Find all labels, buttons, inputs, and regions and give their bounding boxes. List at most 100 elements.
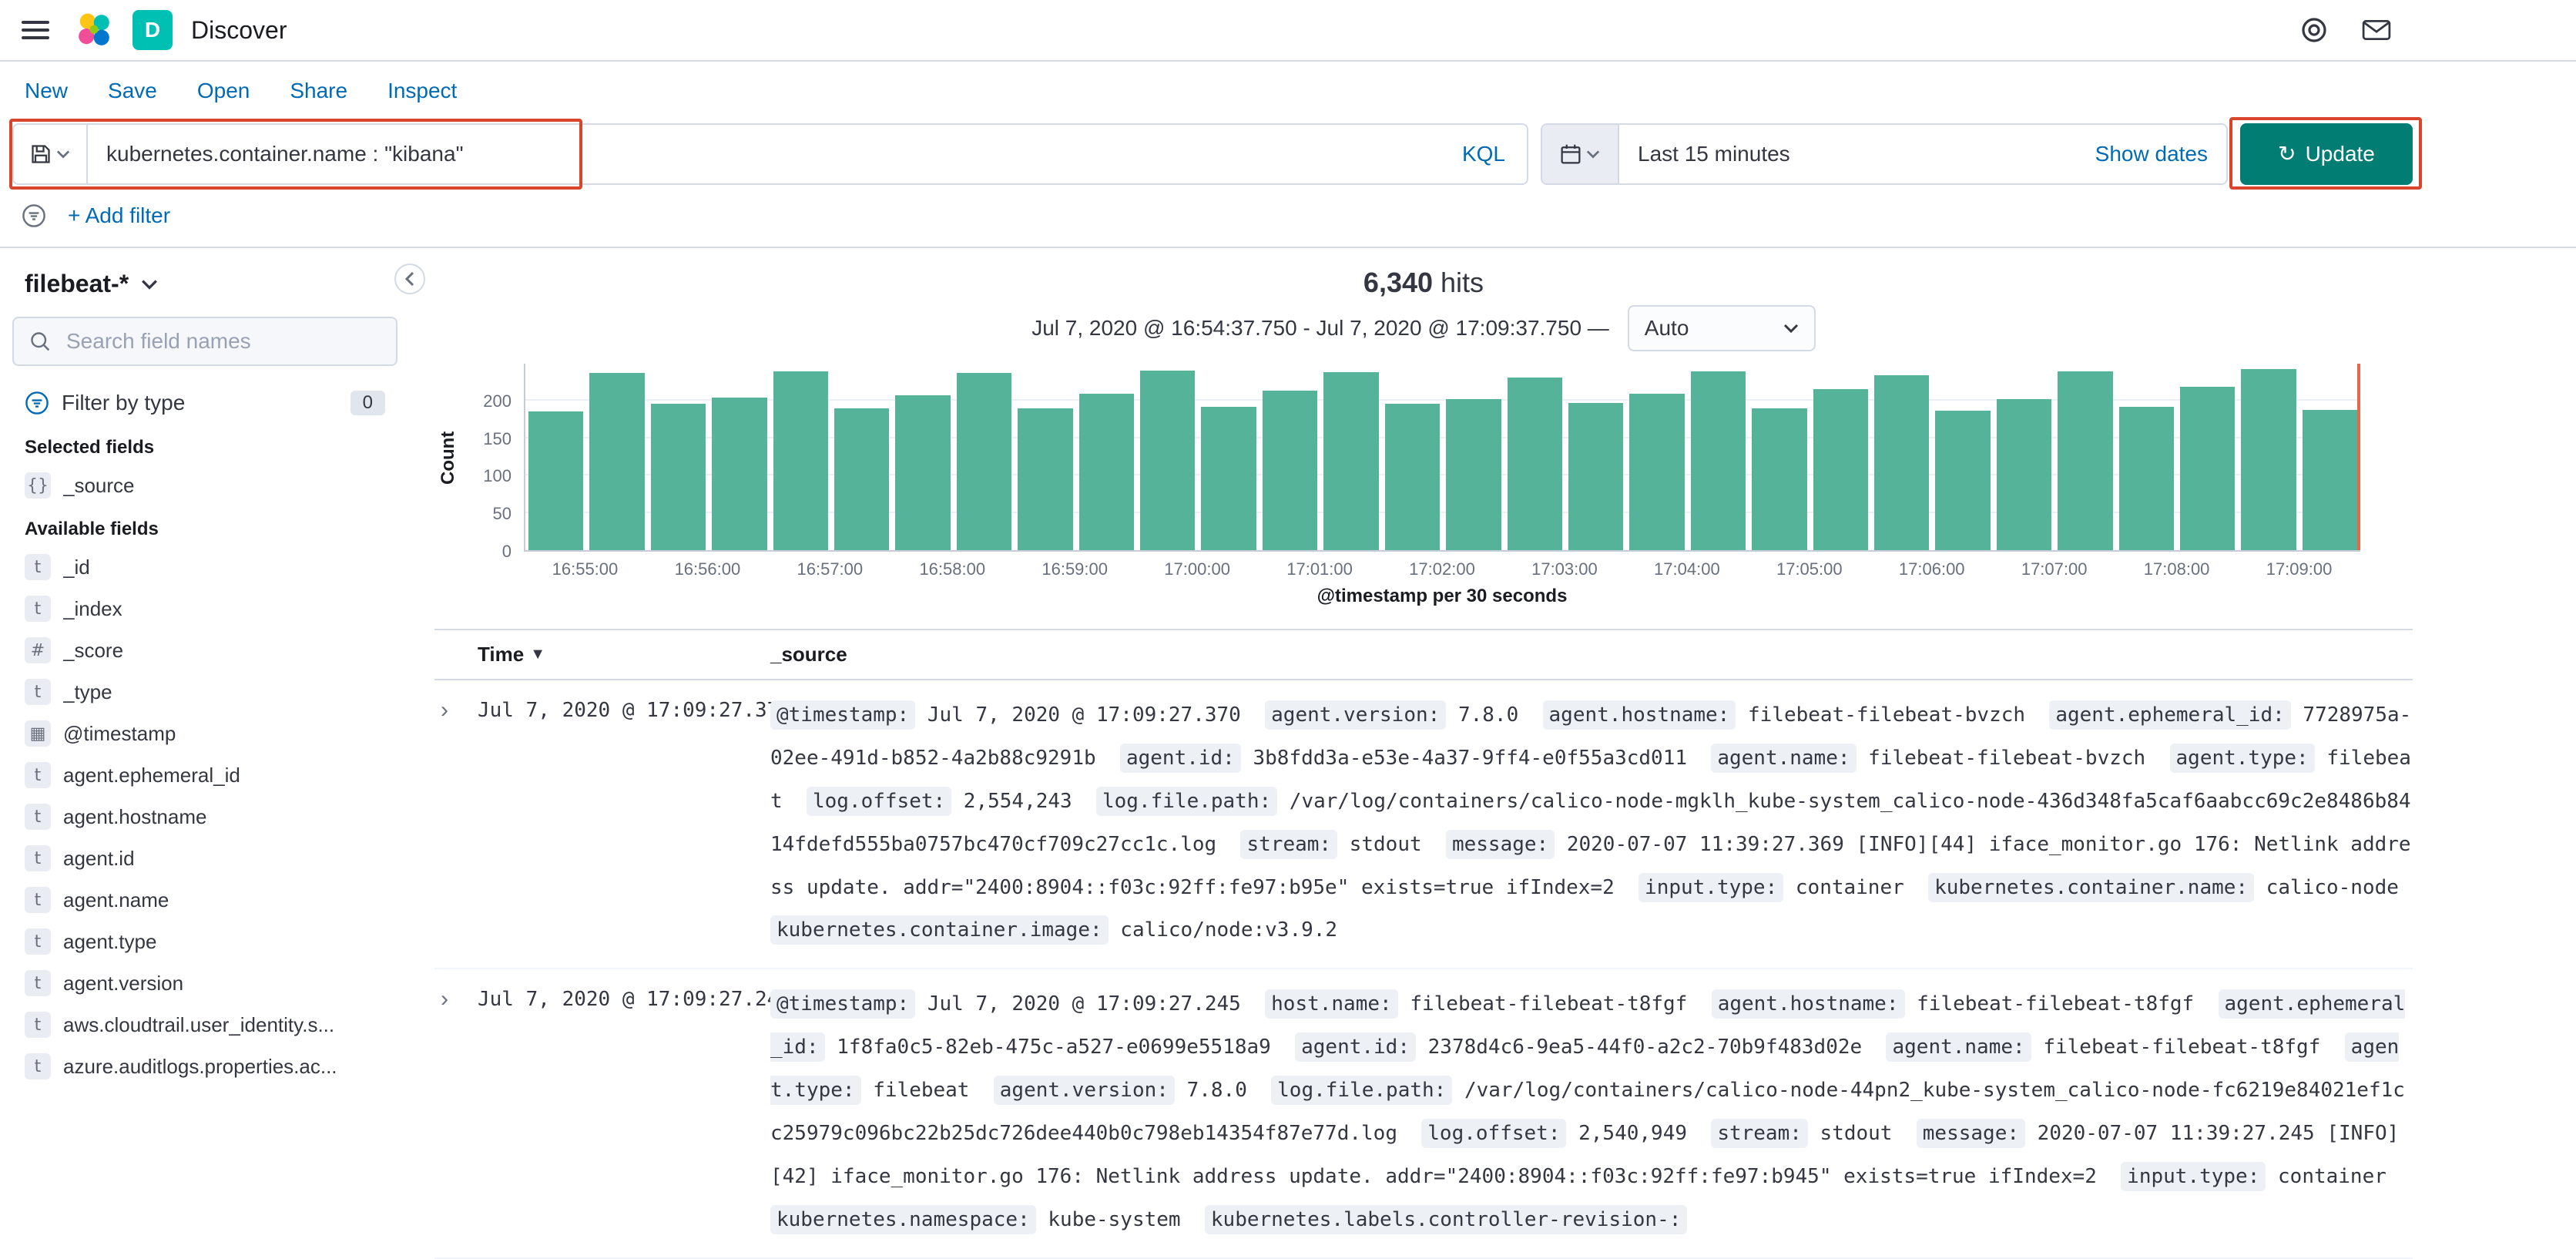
help-button[interactable] [2294,10,2334,50]
field-item[interactable]: t _type [12,671,397,713]
histogram-bar[interactable] [1568,403,1624,550]
field-key-badge: agent.ephemeral_id: [770,989,2406,1063]
histogram-bar[interactable] [1935,410,1991,550]
histogram-bar[interactable] [1446,398,1501,550]
histogram-bar[interactable] [1018,408,1073,550]
documents-table: Time ▼ _source › Jul 7, 2020 @ 17:09:27.3… [434,629,2413,1259]
histogram-bar[interactable] [1752,408,1807,550]
y-tick-label: 0 [501,542,512,561]
field-item[interactable]: {} _source [12,465,397,506]
field-item[interactable]: t _id [12,546,397,588]
y-tick-label: 50 [492,504,512,524]
field-item[interactable]: t agent.hostname [12,796,397,838]
histogram-bar[interactable] [1873,374,1930,550]
x-axis: 16:55:00 16:56:00 16:57:00 16:58:00 16:59:00… [434,552,2360,579]
histogram-bar[interactable] [895,394,951,550]
histogram-bar[interactable] [1384,404,1441,550]
histogram-bar[interactable] [1996,398,2052,550]
field-type-icon: # [25,637,51,663]
histogram-bar[interactable] [1323,371,1379,550]
histogram-bar[interactable] [1813,388,1868,550]
nav-link-open[interactable]: Open [197,79,250,103]
field-item[interactable]: t agent.id [12,838,397,879]
field-item[interactable]: ▦ @timestamp [12,713,397,754]
chevron-down-icon [1586,150,1600,159]
field-key-badge: @timestamp: [770,700,916,730]
interval-select[interactable]: Auto [1627,305,1816,351]
histogram-bar[interactable] [1078,393,1135,550]
histogram-bar[interactable] [1262,390,1318,550]
elastic-logo[interactable] [74,10,114,50]
hamburger-icon [22,21,49,39]
histogram-bar[interactable] [1201,407,1256,550]
histogram-bar[interactable] [1629,393,1685,550]
filter-menu-button[interactable] [15,197,52,234]
hits-count: 6,340 [1363,267,1434,298]
nav-link-share[interactable]: Share [290,79,347,103]
selected-fields-list: {} _source [12,465,397,506]
filter-circle-icon [25,391,49,415]
field-key-badge: log.offset: [1421,1119,1567,1149]
histogram-bar[interactable] [2179,387,2236,550]
histogram-bar[interactable] [773,371,829,550]
query-bar: KQL Last 15 minutes Show dates ↻ Update [0,120,2576,194]
newsfeed-button[interactable] [2356,12,2397,48]
histogram-bar[interactable] [2241,368,2296,550]
field-item[interactable]: t agent.ephemeral_id [12,754,397,796]
field-name: _source [63,473,135,497]
document-source: @timestamp: Jul 7, 2020 @ 17:09:27.370 a… [770,694,2413,952]
nav-link-inspect[interactable]: Inspect [387,79,457,103]
main-panel: 6,340 hits Jul 7, 2020 @ 16:54:37.750 - … [410,248,2576,1259]
field-search-input[interactable] [63,327,381,355]
histogram-bar[interactable] [528,411,584,550]
x-axis-labels: 16:55:00 16:56:00 16:57:00 16:58:00 16:59:00… [524,552,2360,579]
histogram-bar[interactable] [1690,371,1746,550]
saved-query-button[interactable] [14,125,88,183]
histogram-bar[interactable] [2058,371,2113,550]
field-item[interactable]: t agent.version [12,962,397,1004]
field-name: agent.name [63,888,169,912]
sort-descending-icon[interactable]: ▼ [530,646,545,663]
nav-link-new[interactable]: New [25,79,68,103]
show-dates-link[interactable]: Show dates [2077,142,2226,166]
index-pattern-selector[interactable]: filebeat-* [12,260,397,307]
hits-label: hits [1441,267,1484,298]
query-input[interactable] [88,125,1441,183]
document-source: @timestamp: Jul 7, 2020 @ 17:09:27.245 h… [770,983,2413,1241]
field-type-icon: t [25,845,51,871]
field-type-icon: ▦ [25,720,51,747]
field-item[interactable]: t _index [12,588,397,630]
update-button[interactable]: ↻ Update [2240,123,2413,185]
histogram-bar[interactable] [712,397,767,550]
field-key-badge: agent.hostname: [1542,700,1736,730]
histogram-bar[interactable] [956,372,1012,550]
filter-bar: + Add filter [0,194,2576,248]
histogram-bar[interactable] [2118,407,2174,550]
histogram-bar[interactable] [1507,378,1562,550]
histogram-bar[interactable] [834,408,890,550]
field-item[interactable]: t agent.type [12,921,397,962]
field-item[interactable]: t azure.auditlogs.properties.ac... [12,1046,397,1087]
date-picker-button[interactable] [1542,125,1619,183]
x-tick-label: 17:09:00 [2266,559,2333,579]
histogram-bar[interactable] [1140,370,1196,550]
field-item[interactable]: t agent.name [12,879,397,921]
histogram-plot[interactable] [524,364,2360,552]
field-item[interactable]: # _score [12,630,397,671]
expand-row-button[interactable]: › [434,694,478,727]
time-column-header[interactable]: Time ▼ [478,643,770,666]
field-type-icon: t [25,887,51,913]
histogram-bar[interactable] [589,372,645,550]
menu-button[interactable] [15,15,55,45]
collapse-sidebar-button[interactable] [394,264,425,294]
nav-link-save[interactable]: Save [108,79,157,103]
filter-by-type-button[interactable]: Filter by type 0 [12,381,397,425]
time-range-label[interactable]: Last 15 minutes [1619,142,2077,166]
query-language-button[interactable]: KQL [1440,125,1527,183]
histogram-bar[interactable] [2302,410,2358,550]
field-key-badge: stream: [1240,829,1338,859]
expand-row-button[interactable]: › [434,983,478,1016]
field-item[interactable]: t aws.cloudtrail.user_identity.s... [12,1004,397,1046]
histogram-bar[interactable] [650,404,706,550]
add-filter-link[interactable]: + Add filter [68,203,170,228]
